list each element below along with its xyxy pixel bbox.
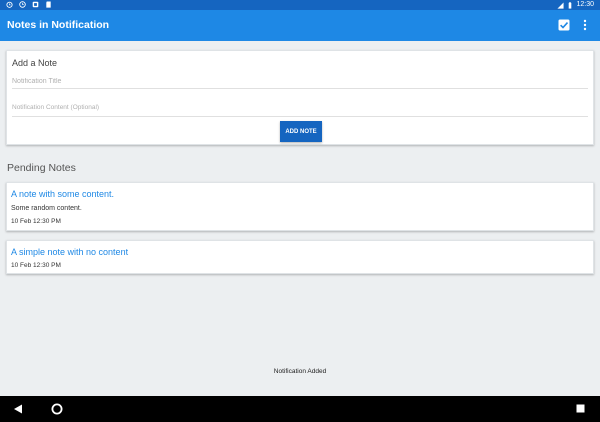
status-bar: 12:30 [0,0,600,10]
more-options-icon[interactable] [580,18,590,32]
note-title: A note with some content. [11,189,115,199]
app-bar: Notes in Notification [0,10,600,41]
home-icon[interactable] [51,403,63,415]
app-title: Notes in Notification [7,19,110,31]
notification-title-input[interactable] [12,75,588,89]
status-time: 12:30 [576,1,594,8]
sd-card-icon [46,1,51,8]
status-system-icons: 12:30 [557,1,594,9]
checkbox-icon[interactable] [558,19,570,31]
note-timestamp: 10 Feb 12:30 PM [11,218,61,225]
notification-content-input[interactable] [12,99,588,117]
add-note-heading: Add a Note [12,58,58,68]
note-timestamp: 10 Feb 12:30 PM [11,262,61,269]
status-notification-icons [6,1,52,8]
add-note-card: Add a Note ADD NOTE [6,50,594,145]
clock-icon [19,1,26,8]
note-title: A simple note with no content [11,247,129,257]
note-content: Some random content. [11,205,82,212]
alarm-icon [6,1,13,8]
app-notification-icon [32,1,39,8]
add-note-button[interactable]: ADD NOTE [280,121,322,142]
toast-message: Notification Added [273,368,327,375]
navigation-bar [0,396,600,422]
pending-notes-heading: Pending Notes [7,162,76,174]
recent-apps-icon[interactable] [576,404,585,413]
note-card[interactable]: A simple note with no content 10 Feb 12:… [6,240,594,274]
battery-icon [569,1,572,9]
signal-icon [557,1,565,9]
note-card[interactable]: A note with some content. Some random co… [6,182,594,231]
back-icon[interactable] [13,404,23,414]
